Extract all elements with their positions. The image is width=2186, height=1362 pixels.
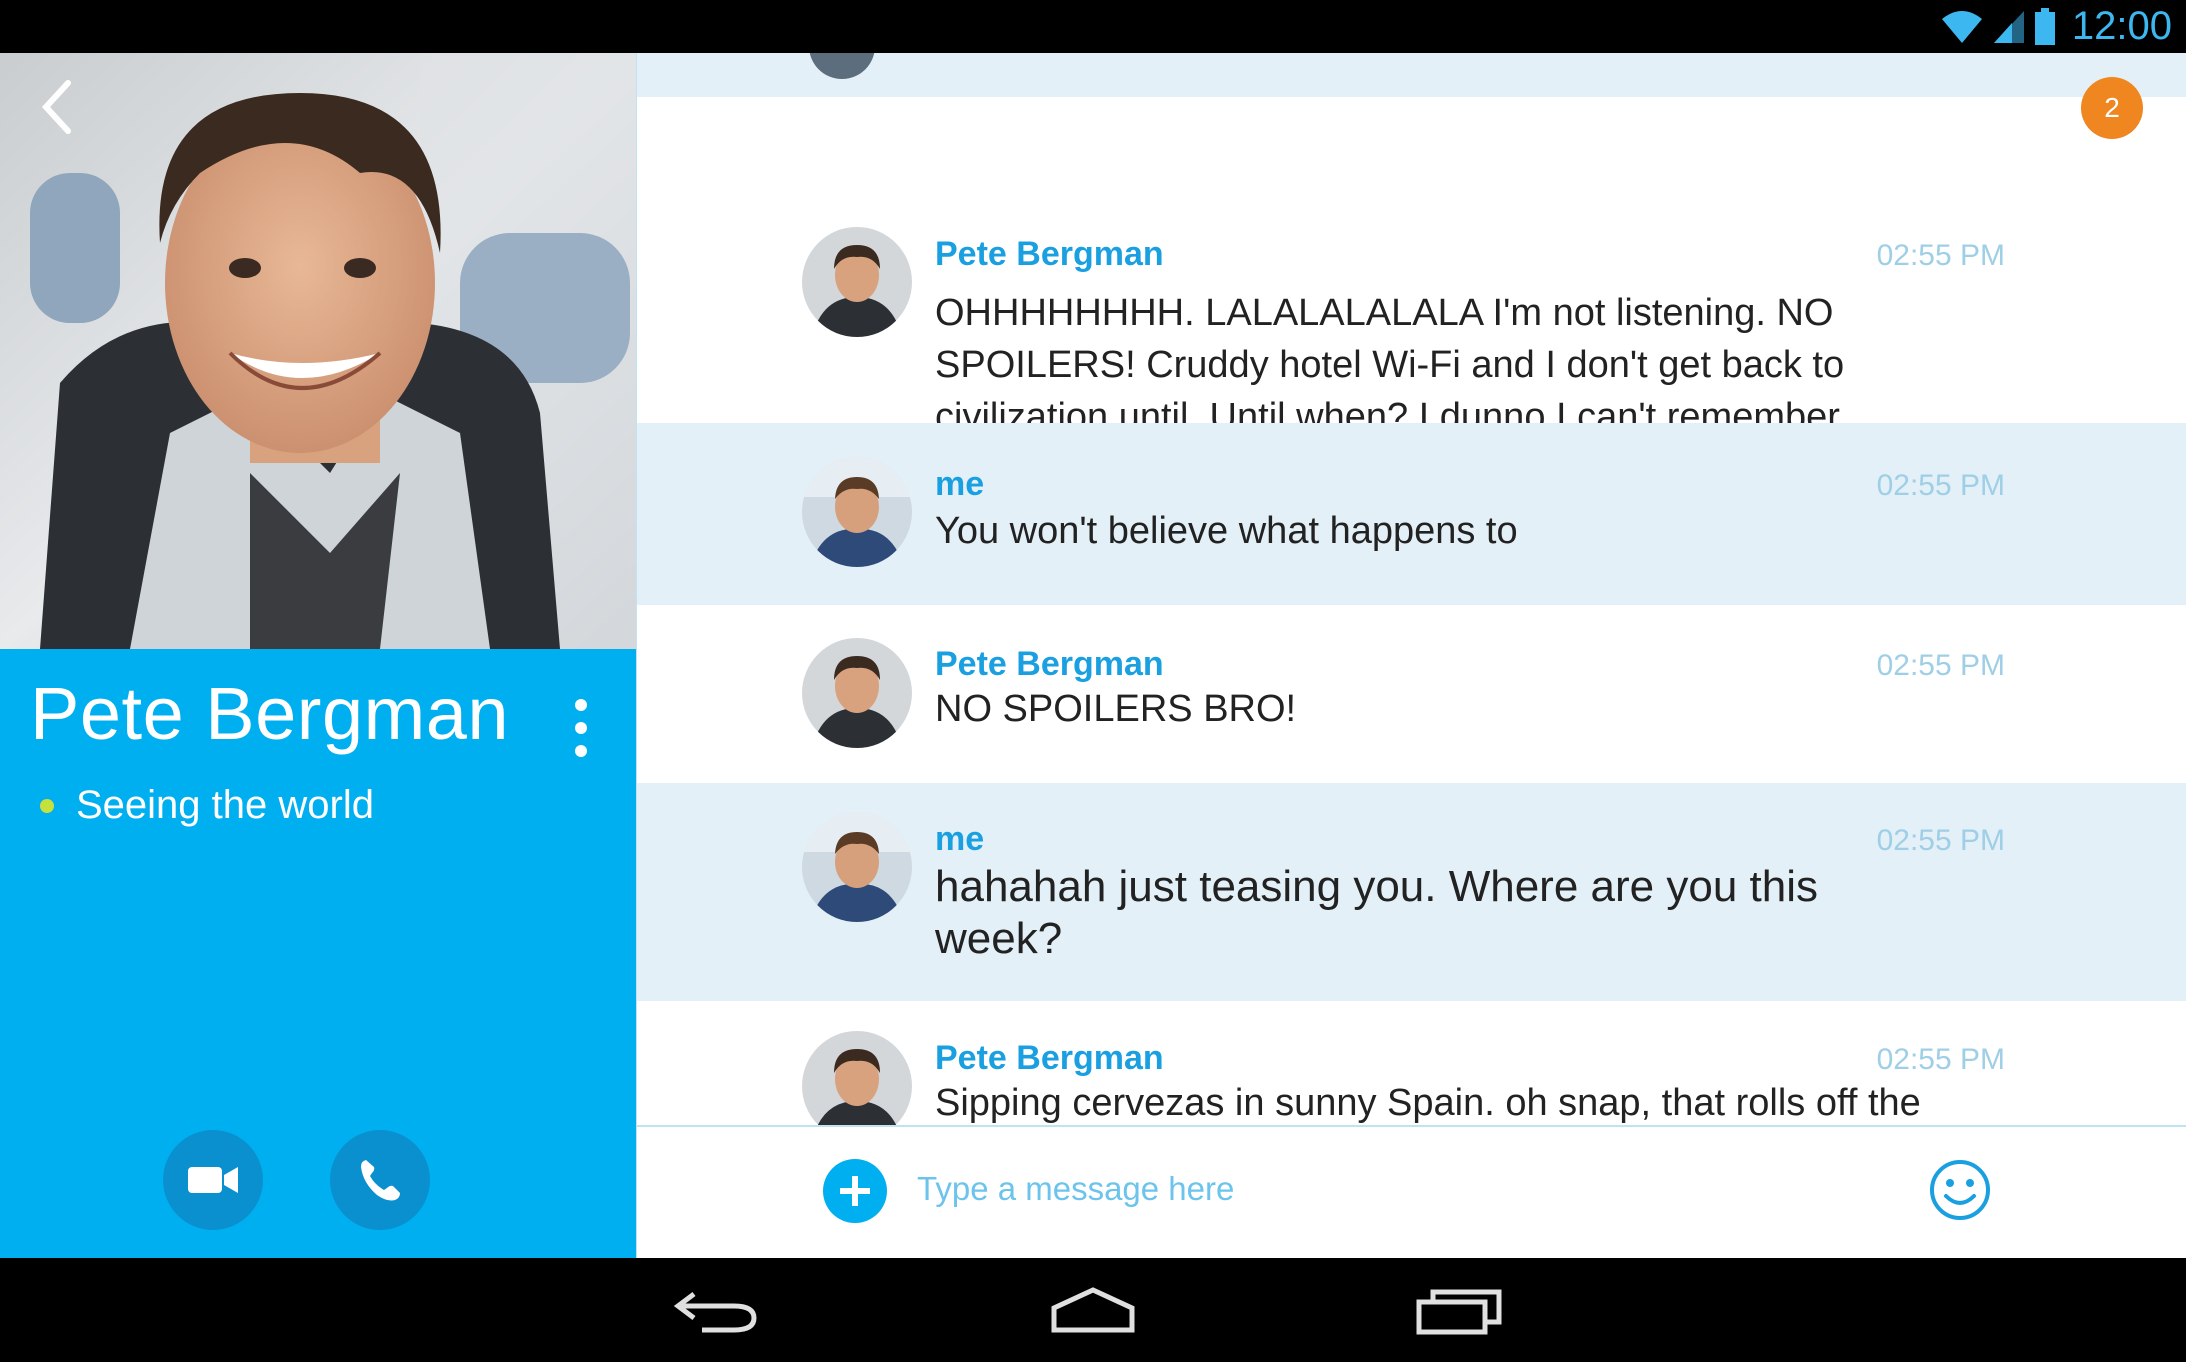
message-text: You won't believe what happens to <box>935 510 1518 552</box>
nav-recents-button[interactable] <box>1395 1278 1525 1344</box>
previous-message-strip <box>637 53 2186 97</box>
emoticon-button[interactable] <box>1927 1157 1993 1223</box>
message-text: hahahah just teasing you. Where are you … <box>935 862 1818 963</box>
chat-pane: 2 Pete Bergman 02:55 PM OHHHHHHHH. LALAL… <box>636 53 2186 1258</box>
back-button[interactable] <box>28 75 84 139</box>
avatar <box>809 53 875 79</box>
avatar[interactable] <box>802 1031 912 1125</box>
message-input[interactable] <box>917 1149 1917 1229</box>
message-timestamp: 02:55 PM <box>1876 239 2005 272</box>
message-timestamp: 02:55 PM <box>1876 649 2005 682</box>
more-dot <box>575 745 587 757</box>
message-timestamp: 02:55 PM <box>1876 1043 2005 1076</box>
system-nav-bar <box>0 1258 2186 1362</box>
avatar[interactable] <box>802 457 912 567</box>
video-call-button[interactable] <box>163 1130 263 1230</box>
message-text: Sipping cervezas in sunny Spain. oh snap… <box>935 1082 1921 1124</box>
video-camera-icon <box>188 1167 238 1193</box>
chevron-left-icon <box>41 80 71 134</box>
battery-icon <box>2034 7 2055 45</box>
signal-icon <box>1993 10 2024 43</box>
message-item: me 02:55 PM hahahah just teasing you. Wh… <box>637 783 2186 1001</box>
phone-icon <box>361 1160 400 1201</box>
message-timestamp: 02:55 PM <box>1876 469 2005 502</box>
message-timestamp: 02:55 PM <box>1876 824 2005 857</box>
avatar[interactable] <box>802 812 912 922</box>
profile-photo <box>0 53 636 649</box>
more-vertical-icon <box>575 699 587 711</box>
status-icons: 12:00 <box>1940 4 2172 49</box>
avatar[interactable] <box>802 638 912 748</box>
nav-home-button[interactable] <box>1028 1278 1158 1344</box>
back-icon <box>673 1292 757 1333</box>
add-content-button[interactable] <box>823 1159 887 1223</box>
home-icon <box>1051 1287 1135 1333</box>
message-text: NO SPOILERS BRO! <box>935 688 1297 730</box>
wifi-icon <box>1941 10 1982 43</box>
status-time: 12:00 <box>2071 4 2172 48</box>
message-item: Pete Bergman 02:55 PM Sipping cervezas i… <box>637 1001 2186 1125</box>
message-item: me 02:55 PM You won't believe what happe… <box>637 423 2186 605</box>
message-item: Pete Bergman 02:55 PM NO SPOILERS BRO! <box>637 605 2186 783</box>
profile-pane: Pete Bergman Seeing the world <box>0 53 636 1258</box>
voice-call-button[interactable] <box>330 1130 430 1230</box>
presence-indicator <box>40 798 54 813</box>
recents-icon <box>1416 1289 1502 1335</box>
message-sender[interactable]: me <box>935 820 984 859</box>
message-item: Pete Bergman 02:55 PM OHHHHHHHH. LALALAL… <box>637 97 2186 438</box>
smiley-icon <box>1930 1160 1990 1220</box>
message-sender[interactable]: Pete Bergman <box>935 235 1164 274</box>
message-sender[interactable]: Pete Bergman <box>935 1039 1164 1078</box>
status-bar: 12:00 <box>0 0 2186 53</box>
avatar[interactable] <box>802 227 912 337</box>
presence-row: Seeing the world <box>40 783 374 828</box>
contact-name: Pete Bergman <box>30 672 510 755</box>
message-sender[interactable]: me <box>935 465 984 504</box>
more-dot <box>575 722 587 734</box>
message-text: OHHHHHHHH. LALALALALALA I'm not listenin… <box>935 292 1845 438</box>
compose-bar <box>637 1125 2186 1258</box>
more-options-button[interactable] <box>560 693 602 763</box>
message-sender[interactable]: Pete Bergman <box>935 645 1164 684</box>
nav-back-button[interactable] <box>652 1278 782 1344</box>
mood-message: Seeing the world <box>76 783 374 827</box>
plus-icon <box>840 1176 870 1206</box>
